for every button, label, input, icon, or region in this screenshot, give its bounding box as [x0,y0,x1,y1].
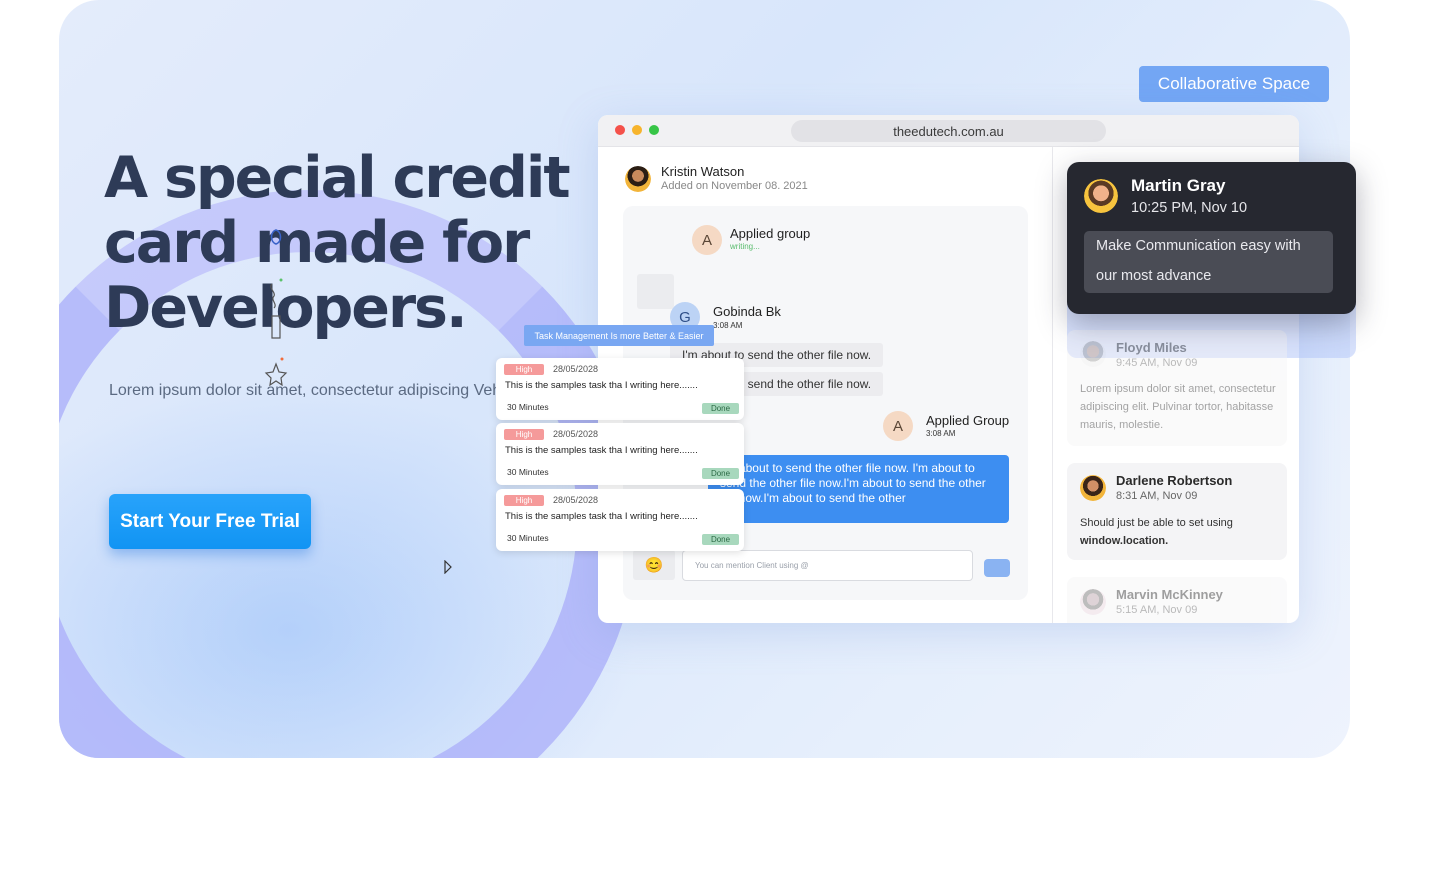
task-description: This is the samples task tha I writing h… [505,380,698,391]
notification-body-text: Should just be able to set using [1080,517,1233,529]
task-banner: Task Management Is more Better & Easier [524,325,714,346]
task-description: This is the samples task tha I writing h… [505,445,698,456]
chat-message-outgoing: I'm about to send the other file now. I'… [708,455,1009,523]
hero-lead-text: Lorem ipsum dolor sit amet, consectetur … [109,382,509,399]
task-description: This is the samples task tha I writing h… [505,511,698,522]
status-badge: Done [702,534,739,545]
sender-name: Marvin McKinney [1116,587,1223,602]
message-time: 3:08 AM [713,321,743,330]
profile-added-date: Added on November 08. 2021 [661,180,808,192]
priority-badge: High [504,429,544,440]
notification-body: Lorem ipsum dolor sit amet, consectetur … [1080,383,1276,431]
address-bar[interactable]: theedutech.com.au [791,120,1106,142]
cursor-icon [444,560,452,574]
notification-code: window.location. [1080,535,1169,547]
group-name: Applied group [730,226,811,241]
close-window-dot[interactable] [615,125,625,135]
notification-time: 10:25 PM, Nov 10 [1131,200,1248,216]
send-button[interactable] [984,559,1010,577]
task-card[interactable]: High 28/05/2028 This is the samples task… [496,358,744,420]
notification-card[interactable]: Marvin McKinney 5:15 AM, Nov 09 [1067,577,1287,623]
collaborative-space-badge: Collaborative Space [1139,66,1329,102]
task-duration: 30 Minutes [507,533,549,543]
notification-message: Make Communication easy with our most ad… [1084,231,1333,293]
task-card[interactable]: High 28/05/2028 This is the samples task… [496,423,744,485]
hero-headline: A special credit card made for Developer… [104,145,571,341]
avatar [1080,341,1106,367]
doodle-icons [264,229,288,387]
task-duration: 30 Minutes [507,467,549,477]
task-card[interactable]: High 28/05/2028 This is the samples task… [496,489,744,551]
priority-badge: High [504,495,544,506]
group-avatar: A [883,411,913,441]
avatar [625,166,651,192]
sender-name: Floyd Miles [1116,340,1187,355]
status-badge: Done [702,468,739,479]
notification-time: 5:15 AM, Nov 09 [1116,604,1198,616]
message-input[interactable]: You can mention Client using @ [682,550,973,581]
profile-name: Kristin Watson [661,164,745,179]
task-duration: 30 Minutes [507,402,549,412]
group-avatar: A [692,225,722,255]
user-name: Gobinda Bk [713,304,781,319]
task-date: 28/05/2028 [553,364,599,374]
avatar [1080,589,1106,615]
message-time: 3:08 AM [926,429,956,438]
start-free-trial-button[interactable]: Start Your Free Trial [109,494,311,549]
avatar [1080,475,1106,501]
typing-status: writing... [730,242,760,251]
sender-name: Darlene Robertson [1116,473,1233,488]
task-date: 28/05/2028 [553,495,599,505]
notification-body: Should just be able to set using window.… [1080,514,1280,550]
minimize-window-dot[interactable] [632,125,642,135]
group-name: Applied Group [926,413,1010,428]
status-badge: Done [702,403,739,414]
featured-notification[interactable]: Martin Gray 10:25 PM, Nov 10 Make Commun… [1067,162,1356,314]
notification-time: 8:31 AM, Nov 09 [1116,490,1198,502]
notification-card[interactable]: Darlene Robertson 8:31 AM, Nov 09 Should… [1067,463,1287,560]
notification-card[interactable]: Floyd Miles 9:45 AM, Nov 09 Lorem ipsum … [1067,330,1287,446]
task-date: 28/05/2028 [553,429,599,439]
browser-titlebar: theedutech.com.au [598,115,1299,147]
image-placeholder [637,274,674,309]
emoji-button[interactable]: 😊 [633,550,675,580]
avatar [1084,179,1118,213]
priority-badge: High [504,364,544,375]
sender-name: Martin Gray [1131,176,1226,195]
maximize-window-dot[interactable] [649,125,659,135]
notification-time: 9:45 AM, Nov 09 [1116,357,1198,369]
panel-divider [1052,147,1053,623]
